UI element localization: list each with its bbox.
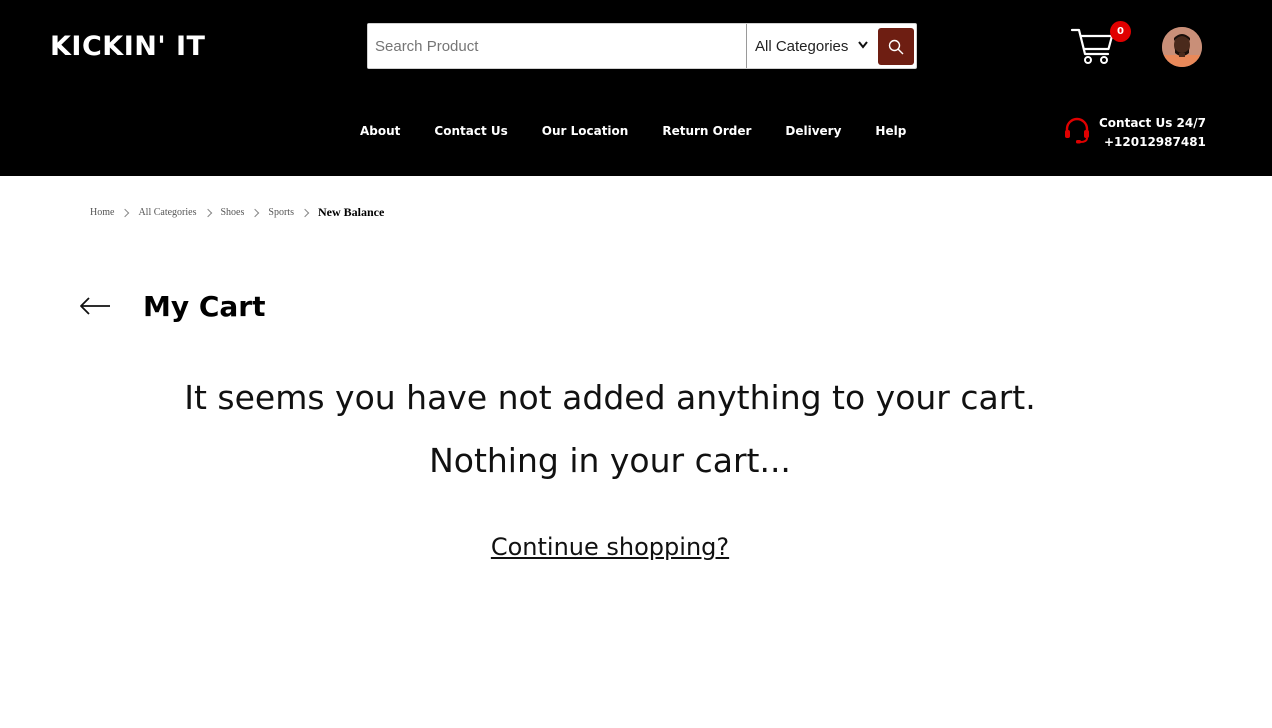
nav-delivery[interactable]: Delivery <box>785 124 841 138</box>
breadcrumb-current: New Balance <box>317 205 385 219</box>
brand-logo[interactable]: KICKIN' IT <box>50 31 205 62</box>
nav-contact-us[interactable]: Contact Us <box>434 124 507 138</box>
nav-help[interactable]: Help <box>875 124 906 138</box>
category-select[interactable]: All Categories <box>747 24 877 68</box>
category-select-value: All Categories <box>755 37 849 55</box>
site-header: KICKIN' IT All Categories 0 <box>0 0 1272 176</box>
search-button[interactable] <box>878 28 914 65</box>
search-input[interactable] <box>368 24 747 68</box>
chevron-down-icon <box>858 41 868 49</box>
chevron-right-icon <box>121 208 130 217</box>
support-phone: +12012987481 <box>1104 135 1206 149</box>
continue-shopping-link[interactable]: Continue shopping? <box>491 533 729 561</box>
breadcrumb-shoes[interactable]: Shoes <box>221 207 245 218</box>
breadcrumb: Home All Categories Shoes Sports New Bal… <box>90 205 384 220</box>
support-title: Contact Us 24/7 <box>1099 116 1206 130</box>
chevron-right-icon <box>251 208 260 217</box>
nav-about[interactable]: About <box>360 124 400 138</box>
breadcrumb-sports[interactable]: Sports <box>268 207 294 218</box>
nav-our-location[interactable]: Our Location <box>542 124 629 138</box>
headset-icon <box>1065 117 1089 144</box>
chevron-right-icon <box>203 208 212 217</box>
arrow-left-icon[interactable] <box>78 293 112 319</box>
cart-count-badge: 0 <box>1110 21 1131 42</box>
main-nav: About Contact Us Our Location Return Ord… <box>360 124 940 138</box>
continue-shopping-wrap: Continue shopping? <box>0 533 1220 561</box>
support-contact[interactable]: Contact Us 24/7 +12012987481 <box>1063 116 1213 156</box>
avatar-image <box>1162 27 1202 67</box>
breadcrumb-all-categories[interactable]: All Categories <box>138 207 196 218</box>
empty-cart-subtext: Nothing in your cart... <box>429 441 791 480</box>
breadcrumb-home[interactable]: Home <box>90 207 114 218</box>
page-title: My Cart <box>143 290 266 323</box>
search-icon <box>888 39 904 54</box>
nav-return-order[interactable]: Return Order <box>662 124 751 138</box>
empty-cart-message: It seems you have not added anything to … <box>184 378 1036 417</box>
search-bar: All Categories <box>367 23 917 69</box>
chevron-right-icon <box>300 208 310 217</box>
user-avatar[interactable] <box>1162 27 1202 67</box>
